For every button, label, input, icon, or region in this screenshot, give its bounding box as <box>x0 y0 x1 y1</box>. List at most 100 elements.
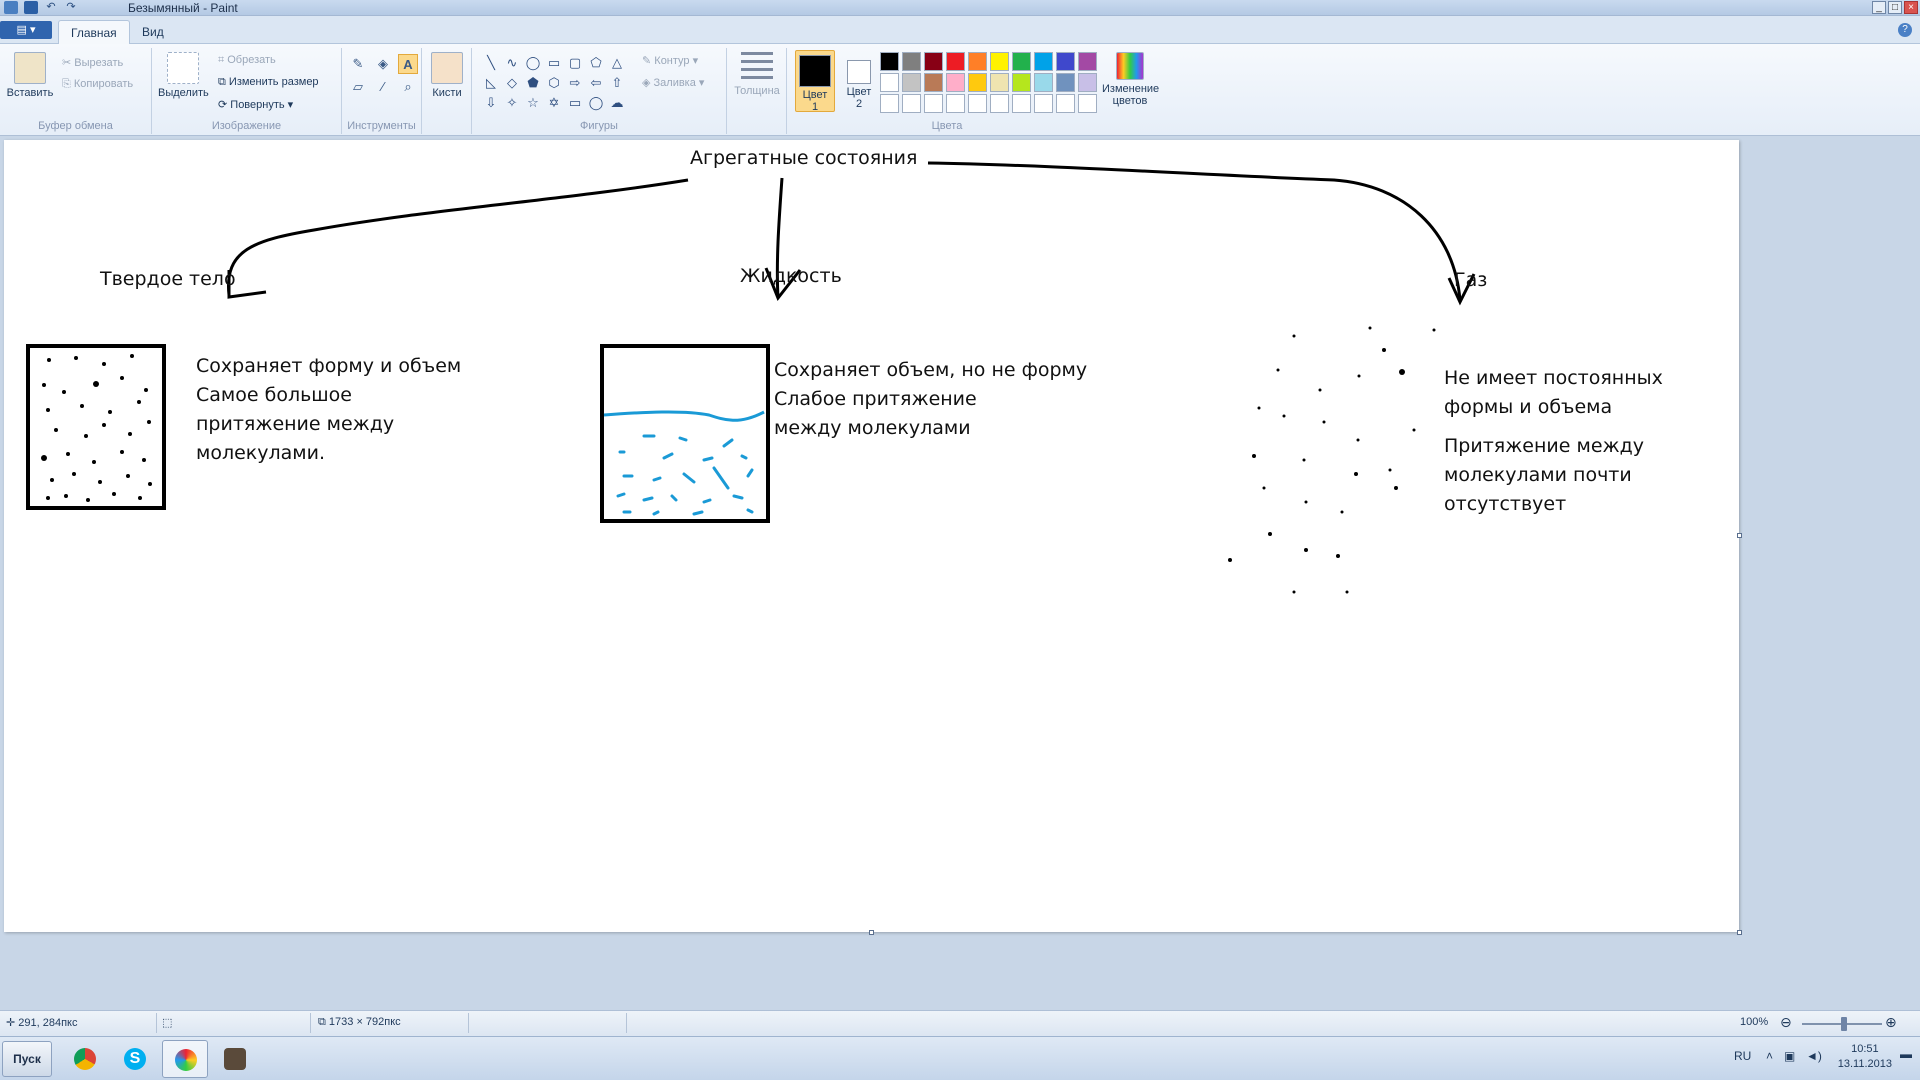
resize-button[interactable]: ⧉ Изменить размер <box>218 76 319 89</box>
taskbar-paint[interactable] <box>162 1040 208 1078</box>
redo-icon[interactable]: ↷ <box>64 1 78 14</box>
line-shape-icon[interactable]: ╲ <box>482 54 500 72</box>
palette-swatch[interactable] <box>990 94 1009 113</box>
palette-swatch[interactable] <box>1078 73 1097 92</box>
undo-icon[interactable]: ↶ <box>44 1 58 14</box>
paint-menu-button[interactable]: ▤ ▾ <box>0 21 52 39</box>
rotate-button[interactable]: ⟳ Повернуть ▾ <box>218 98 293 111</box>
palette-swatch[interactable] <box>990 52 1009 71</box>
palette-swatch[interactable] <box>1056 94 1075 113</box>
tab-view[interactable]: Вид <box>130 20 176 44</box>
right-triangle-shape-icon[interactable]: ◺ <box>482 74 500 92</box>
palette-swatch[interactable] <box>946 94 965 113</box>
resize-handle-bottom[interactable] <box>869 930 874 935</box>
paint-app-icon[interactable] <box>4 1 18 14</box>
up-arrow-shape-icon[interactable]: ⇧ <box>608 74 626 92</box>
taskbar-skype[interactable]: S <box>112 1040 158 1078</box>
diamond-shape-icon[interactable]: ◇ <box>503 74 521 92</box>
minimize-button[interactable]: _ <box>1872 1 1886 14</box>
palette-swatch[interactable] <box>924 52 943 71</box>
palette-swatch[interactable] <box>1034 52 1053 71</box>
palette-swatch[interactable] <box>1012 73 1031 92</box>
resize-handle-corner[interactable] <box>1737 930 1742 935</box>
help-icon[interactable]: ? <box>1898 23 1912 37</box>
five-point-star-icon[interactable]: ☆ <box>524 94 542 112</box>
zoom-slider-thumb[interactable] <box>1841 1017 1847 1031</box>
color1-button[interactable]: Цвет 1 <box>795 50 835 113</box>
network-icon[interactable]: ▣ <box>1784 1049 1795 1063</box>
palette-swatch[interactable] <box>902 94 921 113</box>
palette-swatch[interactable] <box>1078 94 1097 113</box>
callout-rect-icon[interactable]: ▭ <box>566 94 584 112</box>
rounded-rectangle-shape-icon[interactable]: ▢ <box>566 54 584 72</box>
outline-button[interactable]: ✎ Контур ▾ <box>642 54 698 67</box>
palette-swatch[interactable] <box>1012 52 1031 71</box>
hexagon-shape-icon[interactable]: ⬡ <box>545 74 563 92</box>
curve-shape-icon[interactable]: ∿ <box>503 54 521 72</box>
pentagon-shape-icon[interactable]: ⬟ <box>524 74 542 92</box>
clock[interactable]: 10:51 13.11.2013 <box>1838 1042 1892 1072</box>
palette-swatch[interactable] <box>880 73 899 92</box>
size-button[interactable]: Толщина <box>733 52 781 97</box>
palette-swatch[interactable] <box>902 52 921 71</box>
palette-swatch[interactable] <box>924 73 943 92</box>
crop-button[interactable]: ⌗ Обрезать <box>218 54 276 67</box>
palette-swatch[interactable] <box>990 73 1009 92</box>
color-picker-icon[interactable]: ⁄ <box>373 77 393 97</box>
left-arrow-shape-icon[interactable]: ⇦ <box>587 74 605 92</box>
triangle-shape-icon[interactable]: △ <box>608 54 626 72</box>
save-icon[interactable] <box>24 1 38 14</box>
taskbar-app[interactable] <box>212 1040 258 1078</box>
palette-swatch[interactable] <box>946 52 965 71</box>
palette-swatch[interactable] <box>1056 73 1075 92</box>
zoom-out-button[interactable]: ⊖ <box>1780 1014 1792 1031</box>
rectangle-shape-icon[interactable]: ▭ <box>545 54 563 72</box>
palette-swatch[interactable] <box>924 94 943 113</box>
paste-button[interactable]: Вставить <box>6 52 54 99</box>
palette-swatch[interactable] <box>968 94 987 113</box>
palette-swatch[interactable] <box>1034 73 1053 92</box>
select-button[interactable]: Выделить <box>158 52 209 99</box>
tray-expand-icon[interactable]: ˄ <box>1766 1049 1773 1063</box>
eraser-icon[interactable]: ▱ <box>348 77 368 97</box>
down-arrow-shape-icon[interactable]: ⇩ <box>482 94 500 112</box>
pencil-icon[interactable]: ✎ <box>348 54 368 74</box>
four-point-star-icon[interactable]: ✧ <box>503 94 521 112</box>
copy-button[interactable]: ⎘ Копировать <box>62 78 133 91</box>
palette-swatch[interactable] <box>1012 94 1031 113</box>
color2-button[interactable]: Цвет 2 <box>839 50 879 112</box>
close-button[interactable]: × <box>1904 1 1918 14</box>
volume-icon[interactable]: ◄) <box>1806 1049 1822 1063</box>
drawing-canvas[interactable]: Агрегатные состояния Твердое тело Жидкос… <box>4 140 1739 932</box>
right-arrow-shape-icon[interactable]: ⇨ <box>566 74 584 92</box>
palette-swatch[interactable] <box>968 73 987 92</box>
edit-colors-button[interactable]: Изменение цветов <box>1097 52 1163 107</box>
tab-home[interactable]: Главная <box>58 20 130 44</box>
polygon-shape-icon[interactable]: ⬠ <box>587 54 605 72</box>
zoom-in-button[interactable]: ⊕ <box>1885 1014 1897 1031</box>
fill-bucket-icon[interactable]: ◈ <box>373 54 393 74</box>
palette-swatch[interactable] <box>880 94 899 113</box>
callout-cloud-icon[interactable]: ☁ <box>608 94 626 112</box>
palette-swatch[interactable] <box>902 73 921 92</box>
palette-swatch[interactable] <box>880 52 899 71</box>
magnifier-icon[interactable]: ⌕ <box>398 77 418 97</box>
palette-swatch[interactable] <box>1034 94 1053 113</box>
resize-handle-right[interactable] <box>1737 533 1742 538</box>
six-point-star-icon[interactable]: ✡ <box>545 94 563 112</box>
fill-button[interactable]: ◈ Заливка ▾ <box>642 76 704 89</box>
maximize-button[interactable]: □ <box>1888 1 1902 14</box>
palette-swatch[interactable] <box>1056 52 1075 71</box>
oval-shape-icon[interactable]: ◯ <box>524 54 542 72</box>
brushes-button[interactable]: Кисти <box>428 52 466 99</box>
palette-swatch[interactable] <box>968 52 987 71</box>
text-tool-icon[interactable]: A <box>398 54 418 74</box>
taskbar-chrome[interactable] <box>62 1040 108 1078</box>
language-indicator[interactable]: RU <box>1734 1049 1751 1063</box>
cut-button[interactable]: ✂ Вырезать <box>62 56 123 69</box>
show-desktop-icon[interactable]: ▬ <box>1900 1047 1912 1061</box>
start-button[interactable]: Пуск <box>2 1041 52 1077</box>
palette-swatch[interactable] <box>946 73 965 92</box>
callout-oval-icon[interactable]: ◯ <box>587 94 605 112</box>
palette-swatch[interactable] <box>1078 52 1097 71</box>
